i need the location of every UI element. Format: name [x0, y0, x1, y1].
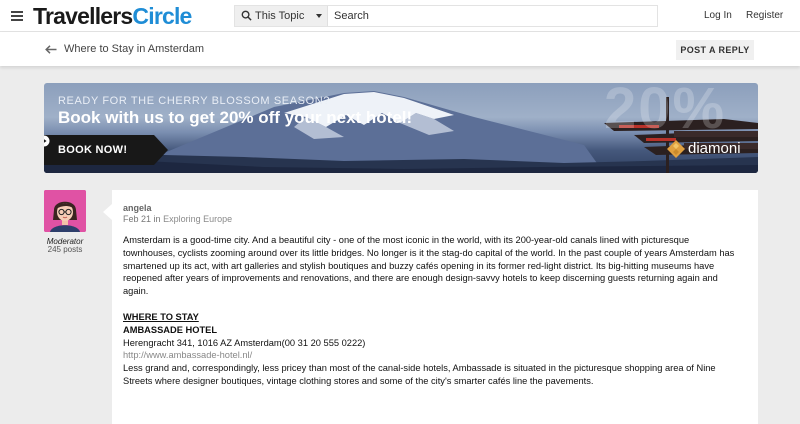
play-circle-icon	[44, 135, 50, 147]
logo-part2: Circle	[132, 3, 192, 29]
brand-name: diamoni	[688, 140, 741, 157]
hotel-name: AMBASSADE HOTEL	[123, 324, 218, 335]
hotel-url-link[interactable]: http://www.ambassade-hotel.nl/	[123, 349, 743, 362]
post-category-link[interactable]: Exploring Europe	[163, 214, 232, 224]
search-input[interactable]	[329, 6, 655, 26]
promo-banner[interactable]: 20% READY FOR THE CHERRY BLOSSOM SEASON?…	[44, 83, 758, 173]
hamburger-icon[interactable]	[11, 11, 23, 21]
brand-logo: diamoni	[666, 139, 741, 159]
post-reply-button[interactable]: POST A REPLY	[676, 40, 754, 60]
login-link[interactable]: Log In	[704, 10, 732, 22]
book-now-label: BOOK NOW!	[58, 144, 128, 156]
post-meta: Feb 21 in Exploring Europe	[123, 214, 232, 225]
author-post-count: 245 posts	[47, 245, 83, 254]
post-in-label: in	[153, 214, 161, 224]
section-heading: WHERE TO STAY	[123, 311, 199, 322]
logo-part1: Travellers	[33, 3, 133, 29]
search-scope-label: This Topic	[255, 10, 305, 22]
search-icon	[241, 10, 252, 21]
user-avatar-illustration	[44, 190, 86, 232]
book-now-button[interactable]: BOOK NOW!	[44, 135, 168, 165]
back-arrow-icon[interactable]	[45, 45, 57, 54]
post-author[interactable]: angela	[123, 203, 152, 214]
topic-title: Where to Stay in Amsterdam	[64, 43, 204, 55]
post-date: Feb 21	[123, 214, 152, 224]
post-card: angela Feb 21 in Exploring Europe Amster…	[103, 190, 758, 424]
banner-headline: Book with us to get 20% off your next ho…	[58, 108, 413, 127]
brand-diamond-icon	[667, 140, 685, 158]
chevron-down-icon	[316, 14, 322, 18]
post-body: Amsterdam is a good-time city. And a bea…	[123, 234, 743, 388]
register-link[interactable]: Register	[746, 10, 783, 22]
topic-bar: Where to Stay in Amsterdam POST A REPLY	[0, 32, 800, 66]
banner-discount-watermark: 20%	[604, 83, 727, 141]
search-bar: This Topic	[234, 5, 658, 27]
hotel-description: Less grand and, correspondingly, less pr…	[123, 363, 716, 386]
hotel-address: Herengracht 341, 1016 AZ Amsterdam(00 31…	[123, 337, 366, 348]
banner-kicker: READY FOR THE CHERRY BLOSSOM SEASON?	[58, 95, 331, 107]
avatar[interactable]	[44, 190, 86, 232]
search-scope-dropdown[interactable]: This Topic	[235, 6, 328, 26]
site-logo[interactable]: TravellersCircle	[33, 3, 192, 29]
site-header: TravellersCircle This Topic Log In Regis…	[0, 0, 800, 32]
post-paragraph: Amsterdam is a good-time city. And a bea…	[123, 235, 735, 297]
